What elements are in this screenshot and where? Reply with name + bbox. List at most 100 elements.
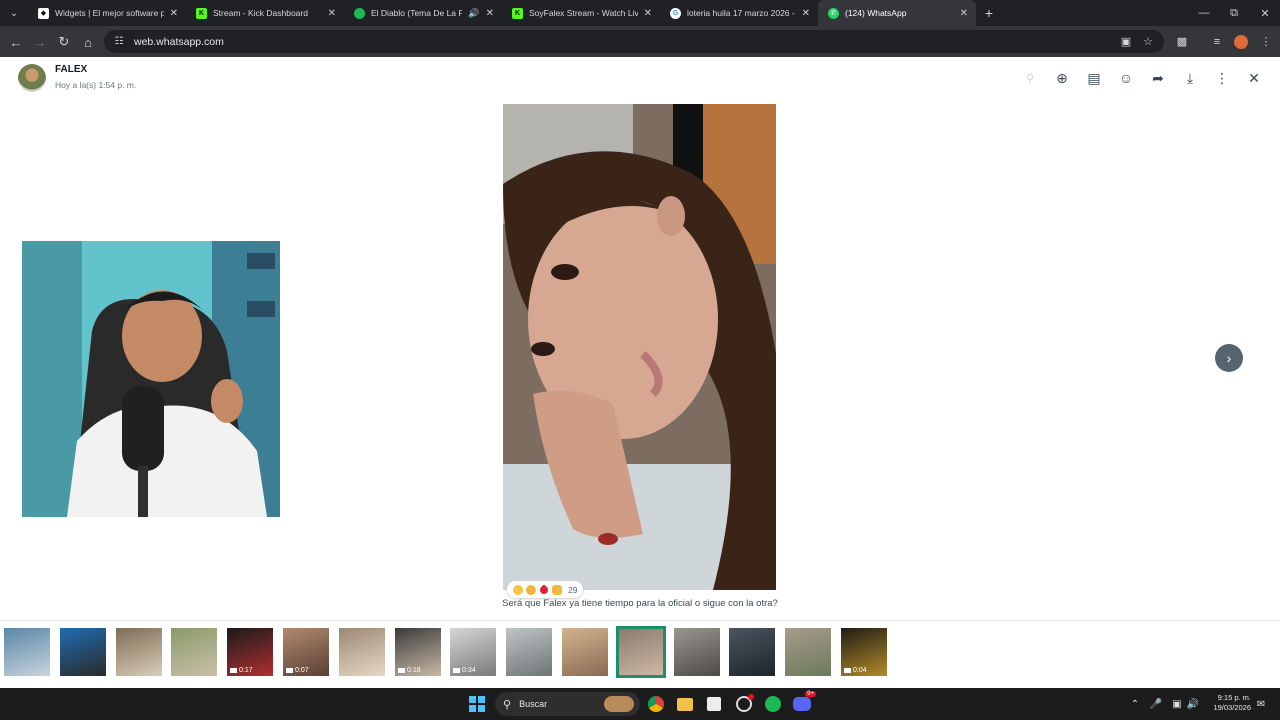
duration-text: 0:04 — [853, 667, 867, 674]
video-camera-icon — [230, 668, 237, 673]
thinking-emoji-icon — [526, 584, 536, 595]
store-icon[interactable] — [704, 694, 724, 714]
media-thumbnail-strip: 0:17 0:07 0:18 0:34 0:04 — [0, 620, 1280, 684]
close-tab-icon[interactable]: ✕ — [486, 8, 494, 19]
zoom-in-icon[interactable]: ⊕ — [1051, 67, 1073, 89]
video-duration: 0:34 — [453, 667, 476, 674]
video-duration: 0:18 — [398, 667, 421, 674]
media-thumbnail[interactable] — [339, 628, 385, 676]
duration-text: 0:18 — [407, 667, 421, 674]
search-icon: ⚲ — [503, 698, 512, 711]
windows-start-icon[interactable] — [469, 696, 485, 712]
main-photo[interactable] — [503, 104, 776, 590]
menu-kebab-icon[interactable]: ⋮ — [1254, 26, 1278, 57]
reactions-badge[interactable]: 29 — [507, 581, 584, 598]
media-thumbnail[interactable]: 0:34 — [450, 628, 496, 676]
heart-emoji-icon — [538, 583, 550, 596]
volume-icon[interactable]: 🔊 — [1186, 688, 1200, 720]
forward-icon[interactable]: ➦ — [1147, 67, 1169, 89]
back-icon[interactable]: ← — [4, 30, 28, 54]
media-thumbnail[interactable] — [616, 626, 666, 678]
window-close-icon[interactable]: ✕ — [1250, 0, 1280, 26]
minimize-icon[interactable]: — — [1189, 0, 1219, 26]
tab-search-chevron-icon[interactable]: ⌄ — [0, 0, 28, 26]
windows-taskbar: ⚲ Buscar 9+ ⌃ 🎤 ▣ 🔊 9:15 p. m. 19/03/202… — [0, 688, 1280, 720]
new-tab-plus-icon[interactable]: + — [976, 5, 1002, 21]
url-text: web.whatsapp.com — [134, 35, 224, 48]
extensions-icon[interactable]: ▩ — [1170, 26, 1194, 57]
spotify-icon[interactable] — [763, 694, 783, 714]
restore-icon[interactable]: ⧉ — [1219, 0, 1249, 26]
kick-favicon-icon: K — [196, 7, 207, 19]
obs-icon[interactable] — [734, 694, 754, 714]
media-thumbnail[interactable] — [674, 628, 720, 676]
microphone-icon[interactable]: 🎤 — [1149, 688, 1163, 720]
chrome-icon[interactable] — [646, 694, 666, 714]
taskbar-search[interactable]: ⚲ Buscar — [495, 692, 640, 716]
address-bar[interactable]: ☷ web.whatsapp.com — [104, 30, 1164, 53]
close-tab-icon[interactable]: ✕ — [328, 8, 336, 19]
duration-text: 0:34 — [462, 667, 476, 674]
taskbar-clock[interactable]: 9:15 p. m. 19/03/2026 — [1205, 693, 1251, 713]
media-thumbnail[interactable] — [4, 628, 50, 676]
tab-loteria-huila[interactable]: G loteria huila 17 marzo 2026 - B ✕ — [660, 0, 818, 26]
streamer-photo — [22, 241, 280, 517]
next-arrow-icon[interactable]: › — [1215, 344, 1243, 372]
media-thumbnail[interactable] — [116, 628, 162, 676]
close-tab-icon[interactable]: ✕ — [170, 8, 178, 19]
close-tab-icon[interactable]: ✕ — [644, 8, 652, 19]
tab-soyfalex-stream[interactable]: K SoyFalex Stream - Watch Live c ✕ — [502, 0, 660, 26]
close-tab-icon[interactable]: ✕ — [960, 8, 968, 19]
tab-el-diablo[interactable]: El Diablo (Tema De La Pelíc 🔊 ✕ — [344, 0, 502, 26]
bookmark-star-icon[interactable]: ☆ — [1136, 26, 1160, 57]
download-icon[interactable]: ⤓ — [1179, 67, 1201, 89]
home-icon[interactable]: ⌂ — [76, 30, 100, 54]
media-thumbnail[interactable] — [171, 628, 217, 676]
media-thumbnail[interactable]: 0:04 — [841, 628, 887, 676]
close-icon[interactable]: ✕ — [1243, 67, 1265, 89]
site-info-icon[interactable]: ☷ — [112, 35, 126, 49]
media-thumbnail[interactable]: 0:18 — [395, 628, 441, 676]
message-icon[interactable]: ▤ — [1083, 67, 1105, 89]
media-thumbnail[interactable] — [785, 628, 831, 676]
profile-avatar-icon[interactable] — [1229, 26, 1253, 57]
file-explorer-icon[interactable] — [675, 694, 695, 714]
search-icon: ⚲ — [1025, 72, 1035, 85]
spotify-favicon-icon — [354, 7, 365, 19]
media-thumbnail[interactable]: 0:17 — [227, 628, 273, 676]
install-app-icon[interactable]: ▣ — [1114, 26, 1138, 57]
audio-playing-icon[interactable]: 🔊 — [468, 8, 479, 19]
stream-camera-image — [22, 241, 280, 517]
media-thumbnail[interactable]: 0:07 — [283, 628, 329, 676]
tab-title: loteria huila 17 marzo 2026 - B — [687, 8, 796, 18]
duration-text: 0:17 — [239, 667, 253, 674]
more-options-icon[interactable]: ⋮ — [1211, 67, 1233, 89]
emoji-icon[interactable]: ☺ — [1115, 67, 1137, 89]
tab-title: El Diablo (Tema De La Pelíc — [371, 8, 463, 18]
tab-whatsapp[interactable]: ✆ (124) WhatsApp ✕ — [818, 0, 976, 26]
media-thumbnail[interactable] — [60, 628, 106, 676]
search-highlight-image — [604, 696, 634, 712]
forward-icon[interactable]: → — [28, 30, 52, 54]
media-thumbnail[interactable] — [506, 628, 552, 676]
tab-kick-dashboard[interactable]: K Stream - Kick Dashboard ✕ — [186, 0, 344, 26]
sender-avatar[interactable] — [18, 64, 46, 92]
media-controls-icon[interactable]: ≡ — [1205, 26, 1229, 57]
video-duration: 0:17 — [230, 667, 253, 674]
tab-title: SoyFalex Stream - Watch Live c — [529, 8, 638, 18]
reload-icon[interactable]: ↻ — [52, 30, 76, 54]
close-tab-icon[interactable]: ✕ — [802, 8, 810, 19]
kick-favicon-icon: K — [512, 7, 523, 19]
network-icon[interactable]: ▣ — [1170, 688, 1184, 720]
reactions-count: 29 — [568, 584, 578, 595]
tab-widgets[interactable]: ◆ Widgets | El mejor software par ✕ — [28, 0, 186, 26]
discord-icon[interactable]: 9+ — [792, 691, 816, 714]
notifications-bell-icon[interactable]: ✉ — [1254, 688, 1268, 720]
media-caption: Será que Falex ya tiene tiempo para la o… — [502, 598, 778, 609]
media-thumbnail[interactable] — [562, 628, 608, 676]
tab-strip: ⌄ ◆ Widgets | El mejor software par ✕ K … — [0, 0, 1280, 26]
browser-toolbar: ← → ↻ ⌂ ☷ web.whatsapp.com ▣ ☆ ▩ ≡ ⋮ — [0, 26, 1280, 57]
show-hidden-icons-chevron-icon[interactable]: ⌃ — [1128, 688, 1142, 720]
media-thumbnail[interactable] — [729, 628, 775, 676]
widgets-favicon-icon: ◆ — [38, 7, 49, 19]
